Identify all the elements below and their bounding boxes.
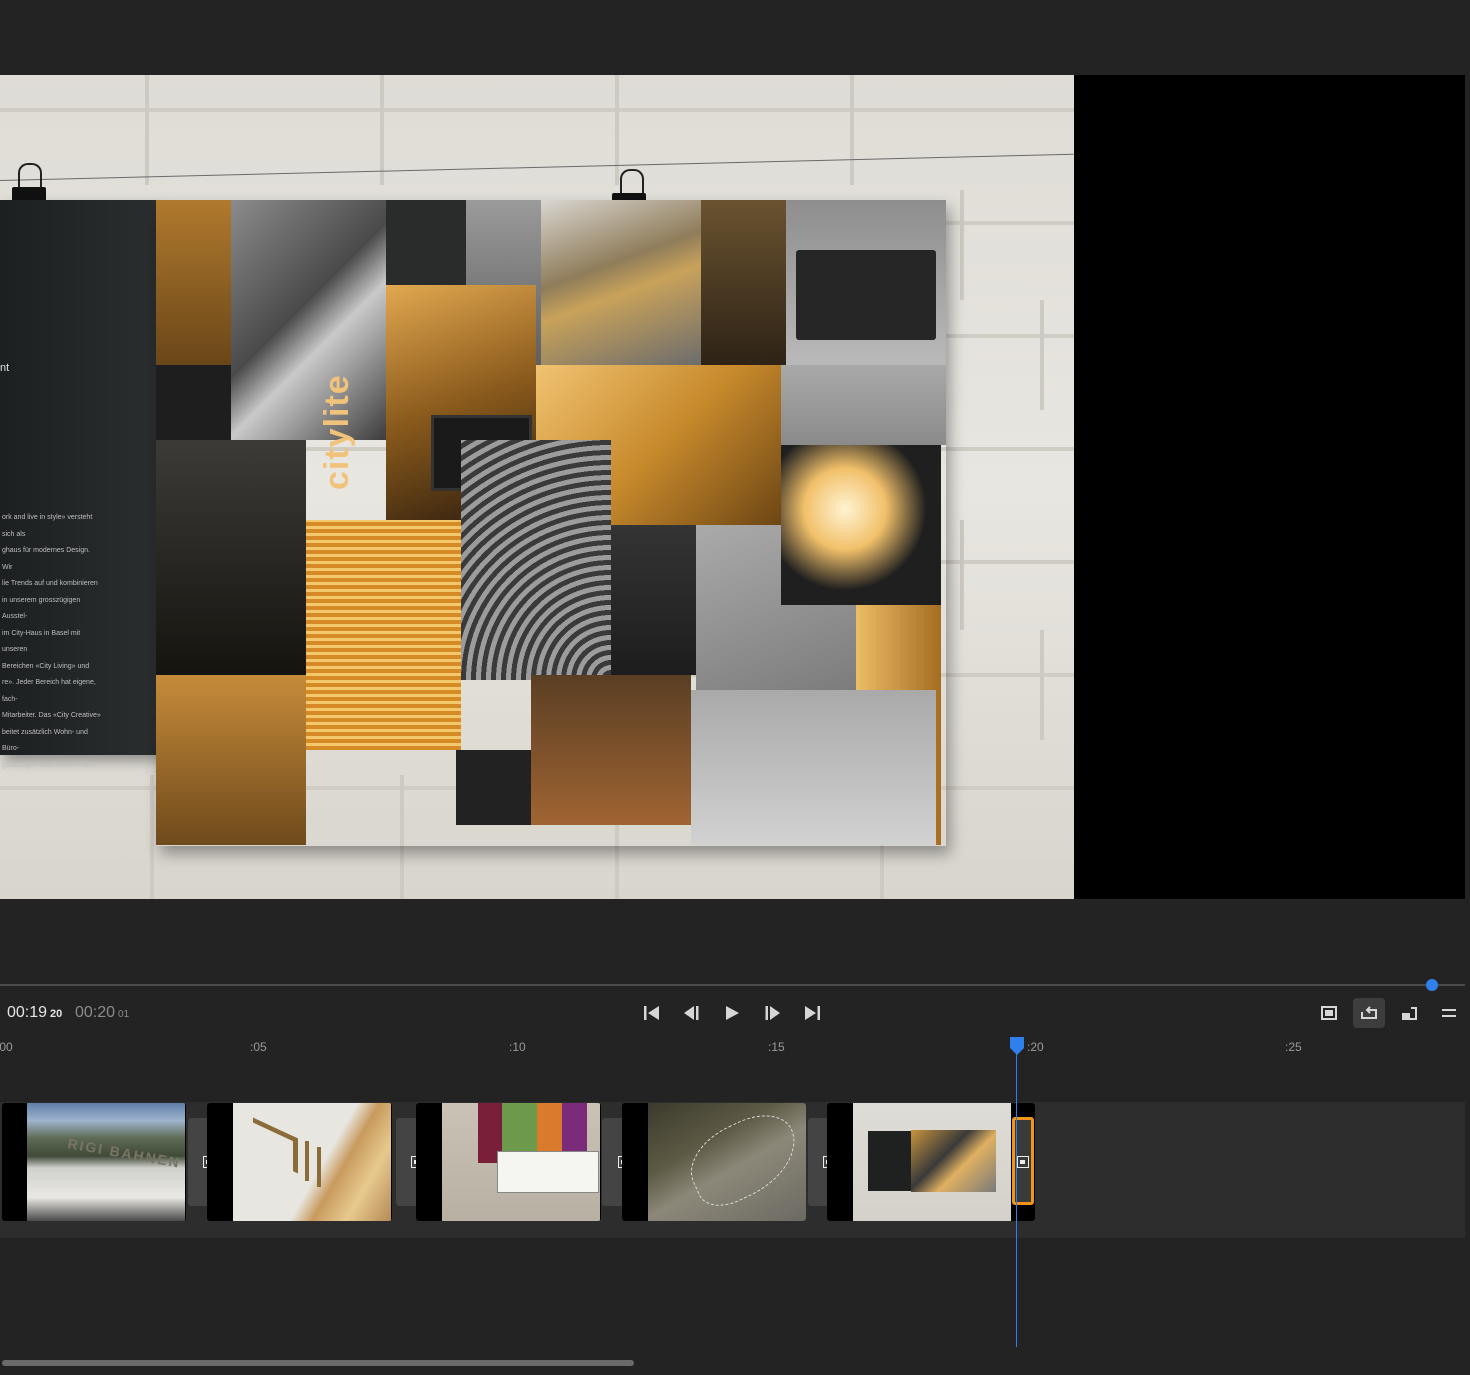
current-time: 00:19: [7, 1004, 48, 1021]
skip-to-start-icon: [644, 1006, 659, 1020]
skip-to-end-icon: [805, 1006, 820, 1020]
step-back-icon: [684, 1006, 699, 1020]
clip-thumbnail: [853, 1103, 1011, 1221]
fit-to-screen-button[interactable]: [1313, 998, 1345, 1028]
ruler-label: :10: [509, 1040, 526, 1054]
picture-in-picture-icon: [1402, 1007, 1417, 1020]
total-frames: 01: [118, 1009, 130, 1020]
brochure-collage: citylite: [156, 200, 946, 846]
current-frames: 20: [50, 1008, 63, 1020]
total-time: 00:20: [75, 1004, 116, 1021]
skip-to-end-button[interactable]: [799, 1000, 825, 1026]
ruler-label: :15: [768, 1040, 785, 1054]
brochure-brand: citylite: [318, 374, 356, 490]
current-timecode: 00:19 20: [7, 1004, 62, 1022]
loop-button[interactable]: [1353, 998, 1385, 1028]
clip-thumbnail: [442, 1103, 600, 1221]
scrub-track[interactable]: [0, 984, 1465, 986]
timeline-clip-current[interactable]: [827, 1103, 1035, 1221]
menu-button[interactable]: [1433, 998, 1465, 1028]
preview-frame: nt ork and live in style» versteht sich …: [0, 75, 1074, 899]
brochure-heading: nt: [0, 362, 10, 374]
timeline-clip[interactable]: [207, 1103, 392, 1221]
play-icon: [726, 1006, 739, 1020]
ruler-label: :05: [250, 1040, 267, 1054]
play-button[interactable]: [719, 1000, 745, 1026]
ruler-label: :00: [0, 1040, 13, 1054]
clip-thumbnail: [233, 1103, 391, 1221]
timeline-clip[interactable]: RIGI BAHNEN: [2, 1103, 186, 1221]
picture-in-picture-button[interactable]: [1393, 998, 1425, 1028]
loop-icon: [1361, 1006, 1377, 1019]
hanging-string: [0, 153, 1074, 181]
total-timecode: 00:20 01: [75, 1004, 129, 1022]
timeline-clip[interactable]: [416, 1103, 601, 1221]
step-forward-button[interactable]: [759, 1000, 785, 1026]
menu-icon: [1442, 1009, 1456, 1017]
step-back-button[interactable]: [679, 1000, 705, 1026]
step-forward-icon: [765, 1006, 780, 1020]
brochure-body: ork and live in style» versteht sich als…: [2, 514, 101, 769]
playhead-line: [1016, 1050, 1017, 1347]
timeline-clip[interactable]: [622, 1103, 806, 1221]
fit-to-screen-icon: [1321, 1006, 1337, 1020]
clip-thumbnail: RIGI BAHNEN: [27, 1103, 185, 1221]
ruler-label: :25: [1285, 1040, 1302, 1054]
timeline-scrollbar[interactable]: [2, 1360, 634, 1366]
ruler-label: :20: [1027, 1040, 1044, 1054]
brochure-text-panel: nt ork and live in style» versteht sich …: [0, 200, 160, 769]
video-preview: nt ork and live in style» versteht sich …: [0, 75, 1465, 899]
thumbnail-sign: RIGI BAHNEN: [66, 1135, 183, 1171]
clip-thumbnail: [648, 1103, 806, 1221]
skip-to-start-button[interactable]: [639, 1000, 665, 1026]
transition-icon: [1017, 1156, 1029, 1168]
playhead-marker[interactable]: [1010, 1037, 1024, 1055]
scrub-knob[interactable]: [1426, 979, 1438, 991]
